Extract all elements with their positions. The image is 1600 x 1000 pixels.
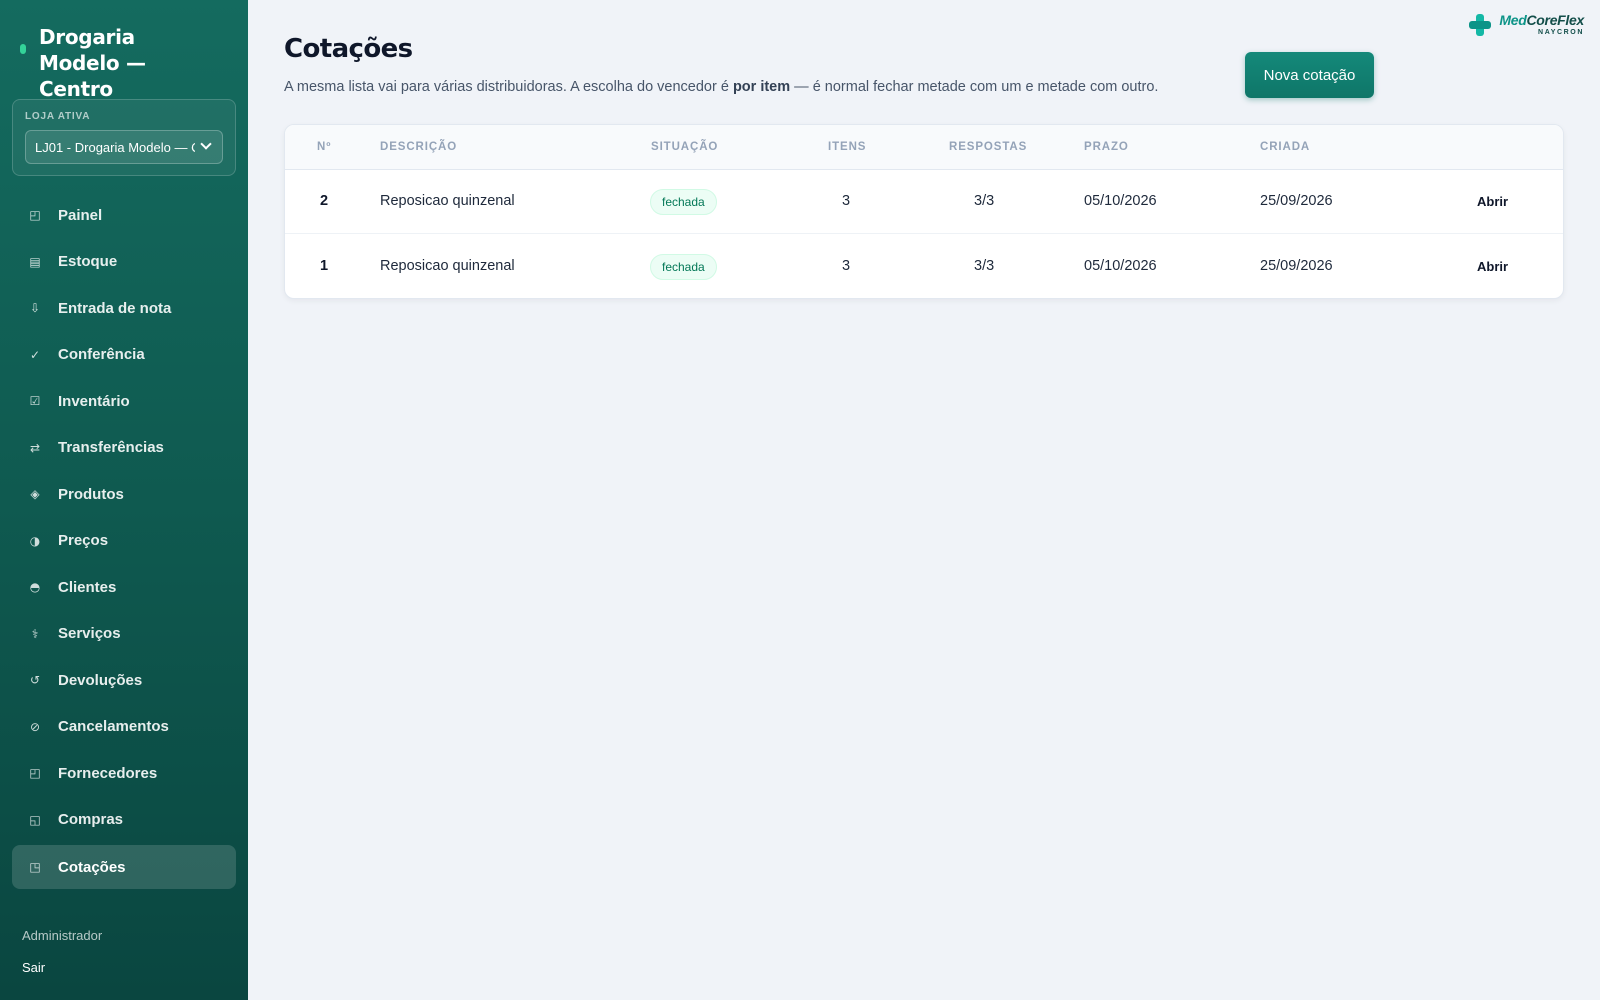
sidebar-item-label: Cancelamentos [58,718,169,736]
sidebar-item-cotacoes[interactable]: ◳ Cotações [12,845,236,889]
sidebar-item-label: Transferências [58,439,164,457]
status-badge: fechada [650,189,717,215]
sidebar-item-painel[interactable]: ◰ Painel [12,192,236,239]
caduceus-icon: ⚕ [31,626,39,641]
user-name: Administrador [22,928,103,943]
cell-created: 25/09/2026 [1260,258,1333,274]
cell-deadline: 05/10/2026 [1084,193,1157,209]
column-header-created: CRIADA [1260,141,1311,153]
cell-deadline: 05/10/2026 [1084,258,1157,274]
quotes-table: Nº DESCRIÇÃO SITUAÇÃO ITENS RESPOSTAS PR… [284,124,1564,299]
active-store-box: LOJA ATIVA LJ01 - Drogaria Modelo — Cent… [12,99,236,176]
new-quote-button[interactable]: Nova cotação [1245,52,1374,98]
column-header-description: DESCRIÇÃO [380,141,458,153]
logo-subtitle: NAYCRON [1538,29,1584,36]
chevron-down-icon [200,138,212,150]
cell-items: 3 [842,258,851,274]
page-subtitle: A mesma lista vai para várias distribuid… [284,79,1159,95]
column-header-responses: RESPOSTAS [949,141,1028,153]
cell-description: Reposicao quinzenal [380,193,515,209]
logout-link[interactable]: Sair [22,960,45,975]
open-quote-link[interactable]: Abrir [1477,259,1508,274]
quote-icon: ◳ [29,860,41,874]
sidebar-item-compras[interactable]: ◱ Compras [12,797,236,844]
supplier-icon: ◰ [29,766,41,781]
medical-cross-icon [1467,12,1493,38]
sidebar-nav: ◰ Painel ▤ Estoque ⇩ Entrada de nota ✓ Confe… [12,192,236,889]
sidebar-item-produtos[interactable]: ◈ Produtos [12,471,236,518]
column-header-num: Nº [317,141,332,153]
store-select-value: LJ01 - Drogaria Modelo — Centro [35,139,195,155]
sidebar-item-fornecedores[interactable]: ◰ Fornecedores [12,750,236,797]
dashboard-icon: ◰ [29,208,41,223]
cell-num: 2 [320,193,329,209]
sidebar-item-label: Estoque [58,253,118,271]
cell-responses: 3/3 [974,193,995,209]
sidebar-item-label: Serviços [58,625,121,643]
person-icon: ◓ [29,580,41,595]
table-header: Nº DESCRIÇÃO SITUAÇÃO ITENS RESPOSTAS PR… [285,125,1563,170]
sidebar-item-conferencia[interactable]: ✓ Conferência [12,332,236,379]
sidebar: Drogaria Modelo — Centro LOJA ATIVA LJ01… [0,0,248,1000]
table-row[interactable]: 1 Reposicao quinzenal fechada 3 3/3 05/1… [285,235,1563,298]
open-quote-link[interactable]: Abrir [1477,194,1508,209]
brand: Drogaria Modelo — Centro [20,24,240,102]
column-header-deadline: PRAZO [1084,141,1129,153]
stock-icon: ▤ [29,254,41,269]
sidebar-item-precos[interactable]: ◑ Preços [12,518,236,565]
sidebar-item-label: Preços [58,532,109,550]
cell-created: 25/09/2026 [1260,193,1333,209]
purchase-icon: ◱ [29,812,41,827]
sidebar-item-clientes[interactable]: ◓ Clientes [12,564,236,611]
cancel-icon: ⊘ [29,719,41,734]
column-header-items: ITENS [828,141,867,153]
sidebar-item-devolucoes[interactable]: ↺ Devoluções [12,657,236,704]
column-header-status: SITUAÇÃO [651,141,719,153]
sidebar-item-label: Cotações [58,858,126,876]
sidebar-item-label: Fornecedores [58,764,158,782]
sidebar-item-cancelamentos[interactable]: ⊘ Cancelamentos [12,704,236,751]
diamond-icon: ◈ [30,487,40,502]
sidebar-item-label: Devoluções [58,671,143,689]
sidebar-item-entrada-de-nota[interactable]: ⇩ Entrada de nota [12,285,236,332]
sidebar-item-label: Inventário [58,392,130,410]
sidebar-item-label: Clientes [58,578,117,596]
transfer-icon: ⇄ [29,440,41,455]
sidebar-item-transferencias[interactable]: ⇄ Transferências [12,425,236,472]
return-icon: ↺ [29,673,41,688]
brand-name: Drogaria Modelo — Centro [39,25,146,101]
checkbox-icon: ☑ [29,394,41,409]
app-logo: MedCoreFlex NAYCRON [1467,12,1584,38]
sidebar-item-estoque[interactable]: ▤ Estoque [12,239,236,286]
sidebar-item-label: Entrada de nota [58,299,172,317]
cell-items: 3 [842,193,851,209]
status-badge: fechada [650,254,717,280]
sidebar-item-inventario[interactable]: ☑ Inventário [12,378,236,425]
cell-description: Reposicao quinzenal [380,258,515,274]
sidebar-item-label: Produtos [58,485,124,503]
cell-responses: 3/3 [974,258,995,274]
active-store-label: LOJA ATIVA [25,111,91,122]
sidebar-item-label: Compras [58,811,124,829]
check-icon: ✓ [29,347,41,362]
logo-name: MedCoreFlex [1499,12,1584,28]
sidebar-item-servicos[interactable]: ⚕ Serviços [12,611,236,658]
sidebar-item-label: Conferência [58,346,145,364]
store-select[interactable]: LJ01 - Drogaria Modelo — Centro [25,130,223,164]
status-dot [20,44,26,54]
table-row[interactable]: 2 Reposicao quinzenal fechada 3 3/3 05/1… [285,170,1563,234]
download-icon: ⇩ [29,301,41,316]
page-title: Cotações [284,34,413,64]
cell-num: 1 [320,258,329,274]
half-circle-icon: ◑ [29,533,41,548]
sidebar-item-label: Painel [58,206,103,224]
